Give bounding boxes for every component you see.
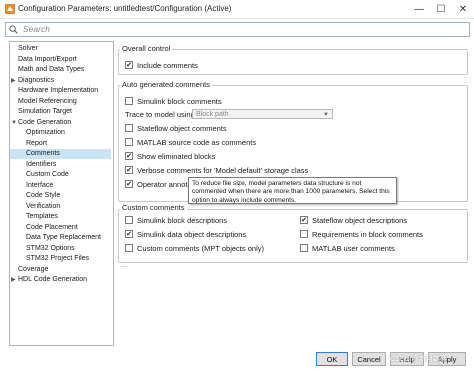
tree-item-label: Solver [18, 45, 38, 52]
tree-item-label: STM32 Options [26, 244, 75, 252]
search-box[interactable]: Search [5, 22, 470, 37]
include-comments-option[interactable]: ✔ Include comments [125, 60, 198, 70]
requirements-in-block-comments-checkbox[interactable] [300, 230, 308, 238]
verbose-comments-option[interactable]: ✔ Verbose comments for 'Model default' s… [125, 165, 308, 175]
tree-item-label: Comments [26, 150, 60, 157]
tree-item-label: Data Import/Export [18, 55, 77, 63]
stateflow-object-comments-option[interactable]: Stateflow object comments [125, 123, 227, 133]
tree-item-label: Code Generation [18, 118, 72, 126]
minimize-button[interactable]: — [408, 0, 430, 18]
tree-item-label: Model Referencing [18, 97, 77, 105]
collapsed-arrow-icon[interactable]: ▶ [11, 76, 17, 86]
verbose-comments-label: Verbose comments for 'Model default' sto… [137, 165, 309, 175]
trace-to-model-row: Trace to model using: [125, 109, 197, 119]
category-tree[interactable]: Solver Data Import/Export Math and Data Ty… [9, 41, 114, 346]
simulink-block-descriptions-checkbox[interactable] [125, 216, 133, 224]
matlab-source-code-label: MATLAB source code as comments [137, 137, 257, 147]
close-window-button[interactable]: ✕ [452, 0, 474, 18]
more-indicator: ... [121, 262, 127, 269]
show-eliminated-blocks-label: Show eliminated blocks [137, 151, 216, 161]
window-title: Configuration Parameters: untitledtest/C… [18, 4, 232, 13]
operator-annotations-label: Operator annotat [137, 179, 194, 189]
matlab-user-comments-checkbox[interactable] [300, 244, 308, 252]
maximize-icon: ☐ [436, 3, 446, 15]
collapsed-arrow-icon[interactable]: ▶ [11, 275, 17, 285]
simulink-app-icon [5, 4, 15, 14]
custom-comments-mpt-checkbox[interactable] [125, 244, 133, 252]
simulink-block-descriptions-option[interactable]: Simulink block descriptions [125, 215, 227, 225]
tree-item-label: STM32 Project Files [26, 255, 90, 262]
stateflow-object-comments-checkbox[interactable] [125, 124, 133, 132]
matlab-user-comments-label: MATLAB user comments [312, 243, 395, 253]
tree-item-label: Verification [26, 202, 61, 210]
tree-item-label: Math and Data Types [18, 66, 85, 73]
ok-button[interactable]: OK [316, 352, 348, 366]
simulink-block-comments-checkbox[interactable] [125, 97, 133, 105]
auto-comments-heading: Auto generated comments [120, 80, 212, 89]
tree-item-label: Code Style [26, 192, 61, 199]
requirements-in-block-comments-label: Requirements in block comments [312, 229, 423, 239]
trace-to-model-select[interactable]: Block path ▼ [192, 109, 333, 119]
tree-item[interactable]: Comments [10, 149, 111, 159]
tree-item-label: Simulation Target [18, 108, 72, 115]
simulink-data-object-descriptions-checkbox[interactable]: ✔ [125, 230, 133, 238]
tree-item-label: Code Placement [26, 223, 78, 231]
tree-item-label: Diagnostics [18, 76, 55, 84]
tree-item-label: Templates [26, 213, 58, 220]
stateflow-object-descriptions-checkbox[interactable]: ✔ [300, 216, 308, 224]
verbose-comments-checkbox[interactable]: ✔ [125, 166, 133, 174]
watermark: CSDN @新月霜落 [390, 356, 447, 363]
tree-item-label: Report [26, 139, 48, 147]
simulink-block-comments-option[interactable]: Simulink block comments [125, 96, 222, 106]
chevron-down-icon: ▼ [323, 112, 329, 118]
include-comments-checkbox[interactable]: ✔ [125, 61, 133, 69]
cancel-button[interactable]: Cancel [352, 352, 386, 366]
title-bar: Configuration Parameters: untitledtest/C… [0, 0, 474, 19]
overall-control-heading: Overall control [120, 44, 173, 53]
tree-item-label: Coverage [18, 265, 49, 273]
custom-comments-heading: Custom comments [120, 203, 187, 212]
tree-item-label: Optimization [26, 129, 65, 136]
tree-item-label: Identifiers [26, 160, 57, 168]
search-icon [9, 25, 18, 34]
trace-to-model-label: Trace to model using: [125, 109, 197, 119]
show-eliminated-blocks-option[interactable]: ✔ Show eliminated blocks [125, 151, 215, 161]
tree-item-label: Interface [26, 181, 54, 189]
maximize-button[interactable]: ☐ [430, 0, 452, 18]
custom-comments-mpt-option[interactable]: Custom comments (MPT objects only) [125, 243, 264, 253]
matlab-source-code-checkbox[interactable] [125, 138, 133, 146]
trace-to-model-value: Block path [196, 111, 229, 118]
custom-comments-mpt-label: Custom comments (MPT objects only) [137, 243, 264, 253]
operator-annotations-checkbox[interactable]: ✔ [125, 180, 133, 188]
tree-item-label: HDL Code Generation [18, 276, 88, 283]
stateflow-object-descriptions-option[interactable]: ✔ Stateflow object descriptions [300, 215, 407, 225]
tree-item-label: Custom Code [26, 171, 69, 178]
matlab-source-code-option[interactable]: MATLAB source code as comments [125, 137, 256, 147]
requirements-in-block-comments-option[interactable]: Requirements in block comments [300, 229, 423, 239]
simulink-data-object-descriptions-label: Simulink data object descriptions [137, 229, 247, 239]
operator-annotations-option[interactable]: ✔ Operator annotat [125, 179, 194, 189]
expanded-arrow-icon[interactable]: ▼ [11, 118, 17, 128]
tree-item-label: Data Type Replacement [26, 234, 101, 241]
simulink-data-object-descriptions-option[interactable]: ✔ Simulink data object descriptions [125, 229, 246, 239]
stateflow-object-descriptions-label: Stateflow object descriptions [312, 215, 408, 225]
simulink-block-comments-label: Simulink block comments [137, 96, 222, 106]
include-comments-label: Include comments [137, 60, 198, 70]
matlab-user-comments-option[interactable]: MATLAB user comments [300, 243, 395, 253]
close-icon: ✕ [458, 3, 468, 15]
tooltip: To reduce file size, model parameters da… [188, 177, 397, 204]
minimize-icon: — [414, 3, 424, 15]
tree-item-label: Hardware Implementation [18, 87, 99, 94]
search-placeholder: Search [23, 24, 50, 34]
simulink-block-descriptions-label: Simulink block descriptions [137, 215, 228, 225]
show-eliminated-blocks-checkbox[interactable]: ✔ [125, 152, 133, 160]
stateflow-object-comments-label: Stateflow object comments [137, 123, 227, 133]
